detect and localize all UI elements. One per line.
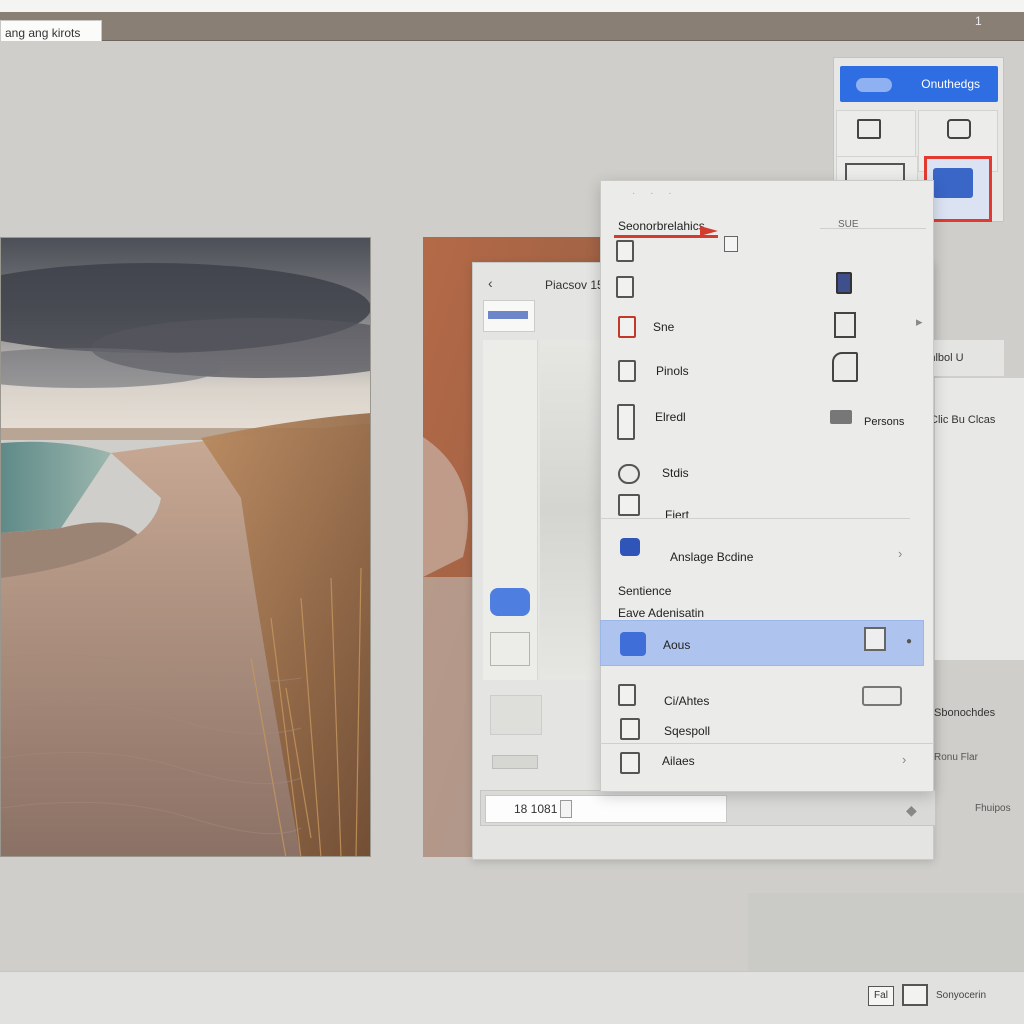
cloud-icon [620,538,640,556]
frame-icon [857,119,881,139]
thumbnail-preview [540,340,602,680]
photos-panel-title: Piacsov 15 [545,278,604,292]
note-icon [620,752,640,774]
chevron-right-icon: › [902,752,907,767]
back-chevron-icon[interactable]: ‹ [488,275,493,291]
empty-area [748,893,1024,971]
print-icon [834,312,856,338]
frame-thumbnail[interactable] [490,632,530,666]
menu-item-label: Fiert [665,508,689,522]
thumbnail-bar [488,311,528,319]
menu-divider [600,743,934,744]
sticker-icon [618,464,640,484]
grid-view-button[interactable] [902,984,928,1006]
menu-item-elredl[interactable]: Elredl Persons [600,402,924,442]
list-icon [864,627,886,651]
menu-item-label: Ailaes [662,754,695,768]
menu-item-label: Anslage Bcdine [670,550,754,564]
menu-item-label: Sne [653,320,675,334]
camera-icon [862,686,902,706]
menu-header-label: Seonorbrelahics [618,219,705,233]
menu-divider [600,518,910,519]
layout-icon [616,276,634,298]
menu-item-ailaes[interactable]: Ailaes › [600,748,924,778]
folder-icon [620,632,646,656]
fit-button[interactable]: Fal [868,986,894,1006]
frame-icon [947,119,971,139]
menu-item-ciahtes[interactable]: Ci/Ahtes [600,682,924,712]
menu-item-label: Elredl [655,410,686,424]
chevron-right-icon: › [898,546,903,561]
beach-photo-image [1,238,370,856]
search-input[interactable]: 18 1081 [485,795,727,823]
zoom-label[interactable]: Sonyocerin [936,990,986,1001]
panel-placeholder [490,695,542,735]
book-icon [836,272,852,294]
chevron-right-icon: ▸ [916,314,923,329]
arrow-icon [700,226,718,236]
menu-item[interactable] [600,236,924,264]
monitor-icon [620,718,640,740]
window-top-edge [0,0,1024,12]
far-right-item-3[interactable]: Sbonochdes [934,707,995,719]
menu-section-sub: Eave Adenisatin [618,606,705,620]
title-bar [0,12,1024,41]
far-right-item-4[interactable]: Ronu Flar [934,752,978,763]
calendar-icon [618,360,636,382]
menu-item-label: Sqespoll [664,724,711,738]
layout-button-icon [856,78,892,92]
frame-icon [618,494,640,516]
blue-thumbnail[interactable] [490,588,530,616]
highlighted-item-label: Aous [663,638,691,652]
thumbnail-strip [483,340,538,680]
menu-item-pinols[interactable]: Pinols [600,352,924,386]
menu-header-right-label: SUE [838,219,859,230]
menu-item-label: Pinols [656,364,689,378]
menu-item-stdis[interactable]: Stdis [600,460,924,490]
shelf-icon [830,410,852,424]
menu-item-label: Ci/Ahtes [664,694,710,708]
beach-photo[interactable] [0,237,371,857]
menu-item-right-label: Persons [864,416,905,428]
menu-header-line [820,228,926,229]
menu-item-fiert[interactable]: Fiert [600,492,924,522]
crop-icon [618,316,636,338]
selected-layout-icon [933,168,973,198]
menu-item-anslage[interactable]: Anslage Bcdine › [600,536,924,576]
menu-item-sne[interactable]: Sne ▸ [600,312,924,342]
storage-icon [617,404,635,440]
panel-thumbnail[interactable] [483,300,535,332]
book-open-icon [618,684,636,706]
menu-item[interactable] [600,272,924,302]
tag-icon[interactable]: ◆ [906,802,917,819]
image-icon [616,240,634,262]
title-bar-indicator: 1 [975,14,982,28]
more-dot-icon: ● [906,636,913,647]
input-caret [560,800,572,818]
far-right-item-2[interactable]: Clic Bu Clcas [930,414,995,426]
menu-top-decoration: · · · [632,188,678,199]
menu-item-label: Stdis [662,466,689,480]
menu-item-sqespoll[interactable]: Sqespoll [600,716,924,742]
menu-section-label: Sentience [618,584,672,598]
settings-icon [832,352,858,382]
panel-footer-chip[interactable] [492,755,538,769]
far-right-item-5[interactable]: Fhuipos [975,803,1011,814]
